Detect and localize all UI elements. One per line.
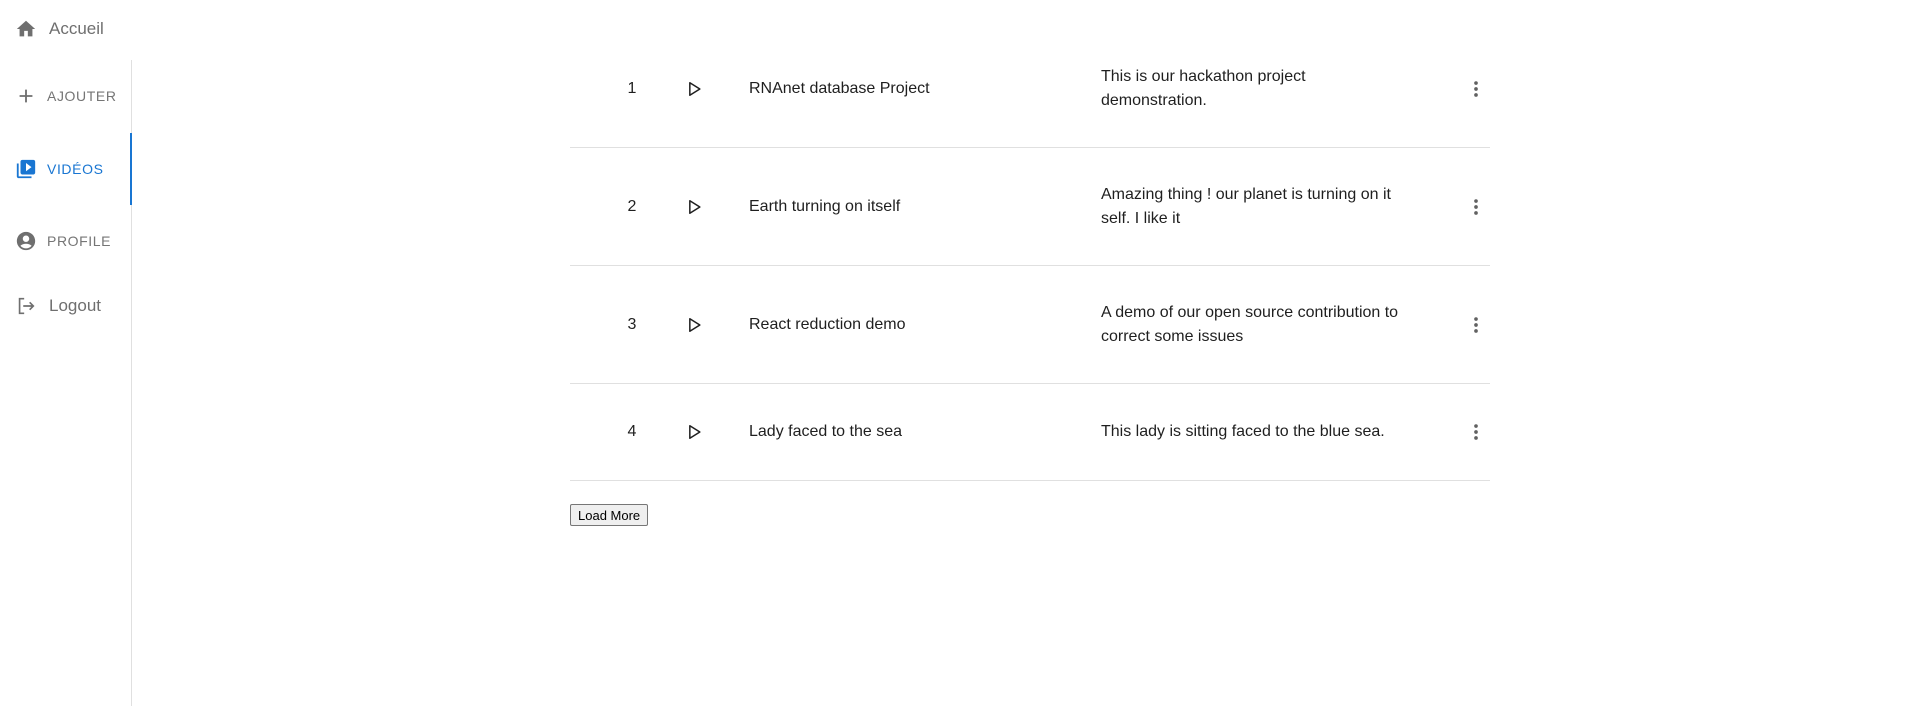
play-icon bbox=[689, 425, 701, 439]
video-title: Earth turning on itself bbox=[749, 197, 901, 215]
sidebar: Accueil AJOUTER VIDÉOS PROFILE Logout bbox=[0, 0, 132, 706]
play-button[interactable] bbox=[682, 77, 706, 101]
play-icon bbox=[689, 317, 701, 332]
video-number: 4 bbox=[627, 423, 637, 440]
video-description: This is our hackathon project demonstrat… bbox=[1101, 67, 1306, 109]
sidebar-item-label: Accueil bbox=[49, 19, 104, 38]
active-indicator bbox=[130, 133, 132, 205]
video-number: 2 bbox=[627, 197, 637, 215]
sidebar-item-label: AJOUTER bbox=[47, 88, 117, 104]
table-row: 1 RNAnet database Project This is our ha… bbox=[570, 30, 1490, 148]
sidebar-item-logout[interactable]: Logout bbox=[0, 270, 132, 342]
video-title: RNAnet database Project bbox=[749, 79, 930, 97]
home-icon bbox=[15, 18, 37, 40]
more-options-button[interactable] bbox=[1464, 420, 1488, 444]
video-description: A demo of our open source contribution t… bbox=[1101, 303, 1399, 345]
video-title: Lady faced to the sea bbox=[749, 423, 902, 440]
sidebar-item-label: Logout bbox=[49, 296, 101, 315]
more-options-button[interactable] bbox=[1464, 195, 1488, 219]
play-icon bbox=[689, 199, 701, 214]
sidebar-item-videos[interactable]: VIDÉOS bbox=[0, 133, 132, 205]
logout-icon bbox=[15, 295, 37, 317]
play-button[interactable] bbox=[682, 313, 706, 337]
more-options-button[interactable] bbox=[1464, 77, 1488, 101]
video-title: React reduction demo bbox=[749, 315, 906, 333]
sidebar-item-label: PROFILE bbox=[47, 233, 112, 249]
load-more-button[interactable]: Load More bbox=[570, 504, 649, 526]
video-library-icon bbox=[15, 158, 37, 180]
video-description: This lady is sitting faced to the blue s… bbox=[1101, 423, 1385, 440]
video-table: 1 RNAnet database Project This is our ha… bbox=[570, 30, 1490, 481]
table-row: 3 React reduction demo A demo of our ope… bbox=[570, 266, 1490, 384]
table-row: 2 Earth turning on itself Amazing thing … bbox=[570, 148, 1490, 266]
plus-icon bbox=[15, 85, 37, 107]
sidebar-item-home[interactable]: Accueil bbox=[0, 0, 132, 58]
video-number: 1 bbox=[627, 79, 637, 97]
play-button[interactable] bbox=[682, 420, 706, 444]
table-row: 4 Lady faced to the sea This lady is sit… bbox=[570, 384, 1490, 481]
play-button[interactable] bbox=[682, 195, 706, 219]
more-options-button[interactable] bbox=[1464, 313, 1488, 337]
account-circle-icon bbox=[15, 230, 37, 252]
sidebar-item-label: VIDÉOS bbox=[47, 161, 104, 177]
video-description: Amazing thing ! our planet is turning on… bbox=[1101, 185, 1391, 227]
video-number: 3 bbox=[627, 315, 637, 333]
play-icon bbox=[689, 81, 701, 96]
more-vert-icon bbox=[1474, 80, 1478, 97]
sidebar-item-add[interactable]: AJOUTER bbox=[0, 60, 132, 132]
more-vert-icon bbox=[1474, 198, 1478, 215]
more-vert-icon bbox=[1474, 424, 1478, 440]
sidebar-item-profile[interactable]: PROFILE bbox=[0, 205, 132, 277]
more-vert-icon bbox=[1474, 316, 1478, 333]
app-root: Accueil AJOUTER VIDÉOS PROFILE Logout 1 … bbox=[0, 0, 1918, 706]
